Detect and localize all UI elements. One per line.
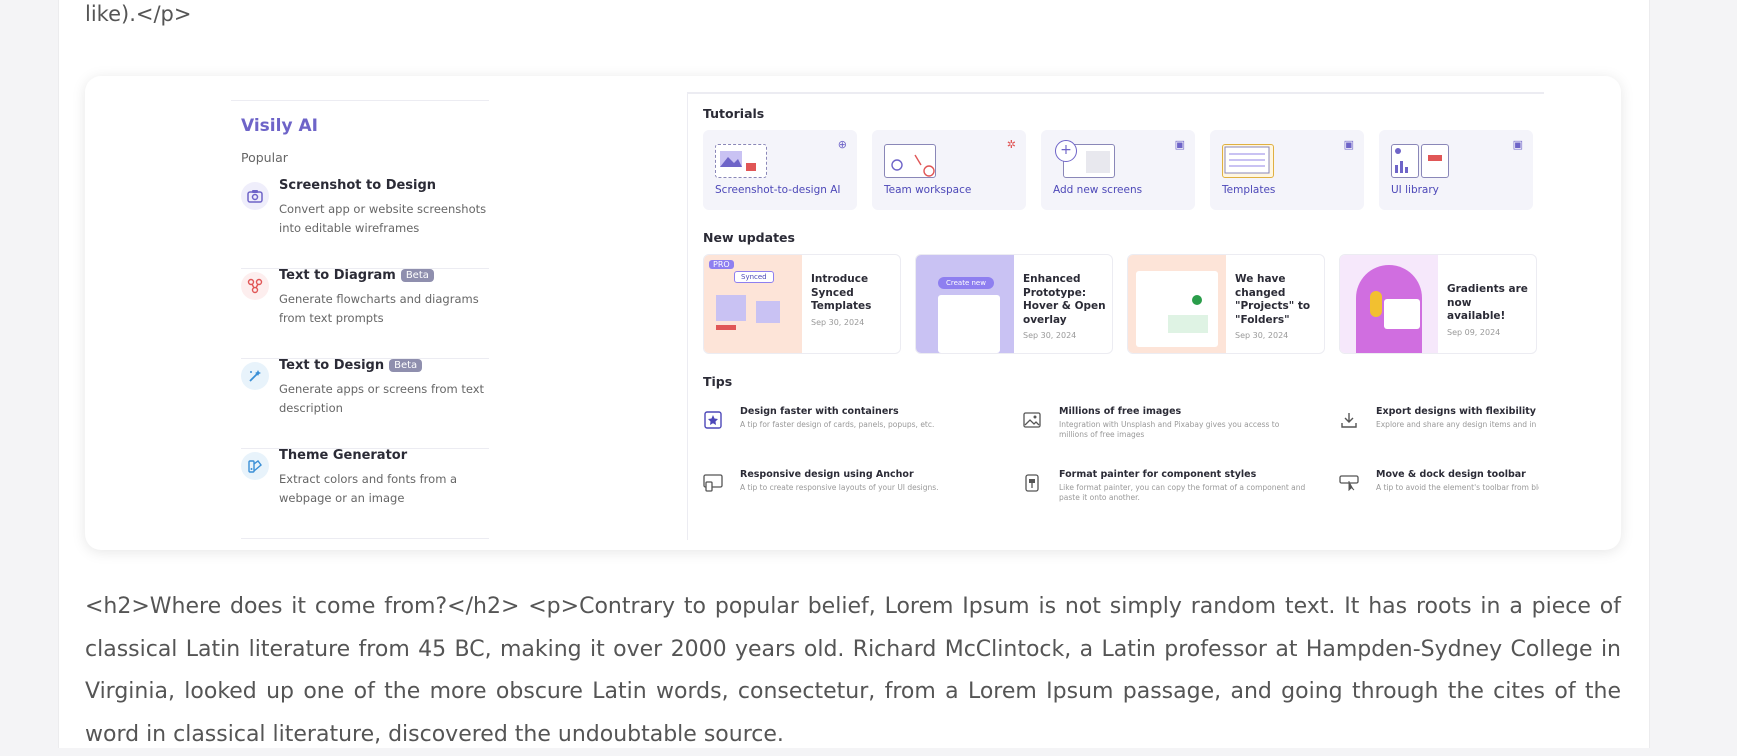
update-title: Introduce Synced Templates Sep 30, 2024 [811, 273, 897, 329]
magic-wand-icon [241, 362, 269, 390]
tutorial-thumbnail [1222, 144, 1274, 178]
tutorial-card-ui-library[interactable]: ▣ UI library [1379, 130, 1533, 210]
toolbar-cursor-icon [1339, 473, 1359, 493]
tip-desc: Integration with Unsplash and Pixabay gi… [1059, 420, 1280, 439]
tip-title: Millions of free images [1059, 406, 1182, 417]
feature-desc: Extract colors and fonts from a webpage … [279, 472, 458, 505]
feature-desc: Convert app or website screenshots into … [279, 202, 487, 235]
update-date: Sep 30, 2024 [811, 317, 865, 327]
feature-title: Screenshot to Design [279, 178, 437, 193]
feature-desc: Generate flowcharts and diagrams from te… [279, 292, 479, 325]
update-title: We have changed "Projects" to "Folders" S… [1235, 273, 1321, 343]
tip-desc: Explore and share any design items and i… [1376, 420, 1539, 429]
tip-export[interactable]: Export designs with flexibility Explore … [1339, 406, 1539, 446]
camera-icon [241, 182, 269, 210]
feature-desc: Generate apps or screens from text descr… [279, 382, 485, 415]
update-thumbnail [1128, 255, 1226, 353]
tip-desc: Like format painter, you can copy the fo… [1059, 483, 1306, 502]
screenshot-figure: Visily AI Popular Screenshot to Design C… [85, 76, 1621, 550]
tutorial-thumbnail [715, 144, 767, 178]
team-icon: ✲ [1006, 138, 1016, 151]
panel-divider [231, 100, 489, 101]
tip-title: Responsive design using Anchor [740, 469, 914, 480]
tutorial-card-templates[interactable]: ▣ Templates [1210, 130, 1364, 210]
feature-title: Text to Design Beta [279, 358, 423, 373]
tutorial-thumbnail-secondary [1421, 144, 1449, 178]
update-card-enhanced-prototype[interactable]: Create new Enhanced Prototype: Hover & O… [915, 254, 1113, 354]
tutorial-icon: ▣ [1343, 138, 1354, 151]
article-card: like).</p> Visily AI Popular Screenshot … [58, 0, 1650, 748]
tip-title: Export designs with flexibility [1376, 406, 1536, 417]
tutorial-label: UI library [1391, 184, 1439, 196]
feature-theme-generator[interactable]: Theme Generator Extract colors and fonts… [241, 448, 489, 539]
tutorial-icon: ▣ [1174, 138, 1185, 151]
beta-badge: Beta [400, 269, 434, 282]
tutorial-card-team-workspace[interactable]: ✲ Team workspace [872, 130, 1026, 210]
popular-label: Popular [241, 150, 288, 165]
update-card-projects-folders[interactable]: We have changed "Projects" to "Folders" S… [1127, 254, 1325, 354]
panel-divider [688, 92, 1544, 94]
image-icon [1022, 410, 1042, 430]
tutorials-title: Tutorials [703, 106, 765, 121]
tutorial-label: Team workspace [884, 184, 972, 196]
new-updates-title: New updates [703, 230, 795, 245]
tip-desc: A tip for faster design of cards, panels… [740, 420, 935, 429]
synced-chip: Synced [734, 271, 774, 283]
beta-badge: Beta [389, 359, 423, 372]
search-icon: ⊕ [837, 138, 847, 151]
tip-title: Format painter for component styles [1059, 469, 1257, 480]
update-title: Enhanced Prototype: Hover & Open overlay… [1023, 273, 1109, 343]
dashboard-panel: Tutorials ⊕ Screenshot-to-design AI ✲ Te… [687, 92, 1544, 540]
tutorial-label: Templates [1222, 184, 1276, 196]
update-date: Sep 09, 2024 [1447, 327, 1501, 337]
tutorial-label: Screenshot-to-design AI [715, 184, 841, 196]
tip-anchor[interactable]: Responsive design using Anchor A tip to … [703, 469, 983, 509]
tip-format-painter[interactable]: Format painter for component styles Like… [1022, 469, 1305, 509]
tutorial-card-screenshot-to-design[interactable]: ⊕ Screenshot-to-design AI [703, 130, 857, 210]
tip-desc: A tip to avoid the element's toolbar fro… [1376, 483, 1539, 492]
tip-move-dock-toolbar[interactable]: Move & dock design toolbar A tip to avoi… [1339, 469, 1539, 509]
tutorial-label: Add new screens [1053, 184, 1143, 196]
update-thumbnail: Create new [916, 255, 1014, 353]
tutorial-card-add-new-screens[interactable]: + ▣ Add new screens [1041, 130, 1195, 210]
tutorial-thumbnail [1391, 144, 1419, 178]
panel-title: Visily AI [241, 116, 318, 136]
tip-title: Move & dock design toolbar [1376, 469, 1526, 480]
update-card-synced-templates[interactable]: PRO Synced Introduce Synced Templates Sep… [703, 254, 901, 354]
container-star-icon [703, 410, 723, 430]
update-thumbnail: PRO Synced [704, 255, 802, 353]
tip-free-images[interactable]: Millions of free images Integration with… [1022, 406, 1302, 446]
update-card-gradients[interactable]: Gradients are now available! Sep 09, 2024 [1339, 254, 1537, 354]
create-new-chip: Create new [938, 277, 994, 289]
update-date: Sep 30, 2024 [1235, 331, 1289, 340]
tutorial-thumbnail [884, 144, 936, 178]
update-title: Gradients are now available! Sep 09, 2024 [1447, 283, 1533, 339]
format-painter-icon [1022, 473, 1042, 493]
pro-badge: PRO [709, 260, 734, 269]
update-thumbnail [1340, 255, 1438, 353]
tutorial-icon: ▣ [1512, 138, 1523, 151]
feature-title: Theme Generator [279, 448, 408, 463]
anchor-layout-icon [703, 473, 723, 493]
palette-icon [241, 452, 269, 480]
update-date: Sep 30, 2024 [1023, 331, 1077, 340]
diagram-icon [241, 272, 269, 300]
tip-title: Design faster with containers [740, 406, 899, 417]
download-icon [1339, 410, 1359, 430]
feature-title: Text to Diagram Beta [279, 268, 434, 283]
feature-screenshot-to-design[interactable]: Screenshot to Design Convert app or webs… [241, 178, 489, 269]
feature-text-to-design[interactable]: Text to Design Beta Generate apps or scre… [241, 358, 489, 449]
tip-desc: A tip to create responsive layouts of yo… [740, 483, 939, 492]
article-body-text: <h2>Where does it come from?</h2> <p>Con… [85, 594, 1621, 747]
tips-title: Tips [703, 374, 733, 389]
feature-text-to-diagram[interactable]: Text to Diagram Beta Generate flowcharts … [241, 268, 489, 359]
add-icon: + [1055, 140, 1077, 162]
article-top-text: like).</p> [85, 2, 192, 26]
tip-containers[interactable]: Design faster with containers A tip for … [703, 406, 983, 446]
